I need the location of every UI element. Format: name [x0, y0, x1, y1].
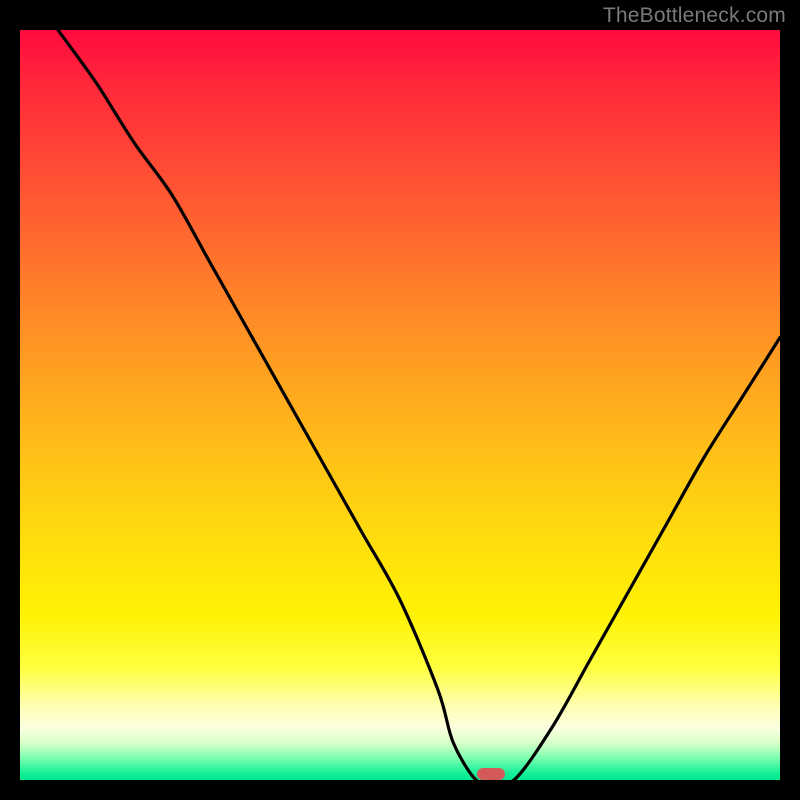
plot-area [20, 30, 780, 780]
chart-frame: TheBottleneck.com [0, 0, 800, 800]
bottleneck-curve [20, 30, 780, 780]
watermark-text: TheBottleneck.com [603, 4, 786, 28]
optimal-point-marker [477, 768, 505, 780]
